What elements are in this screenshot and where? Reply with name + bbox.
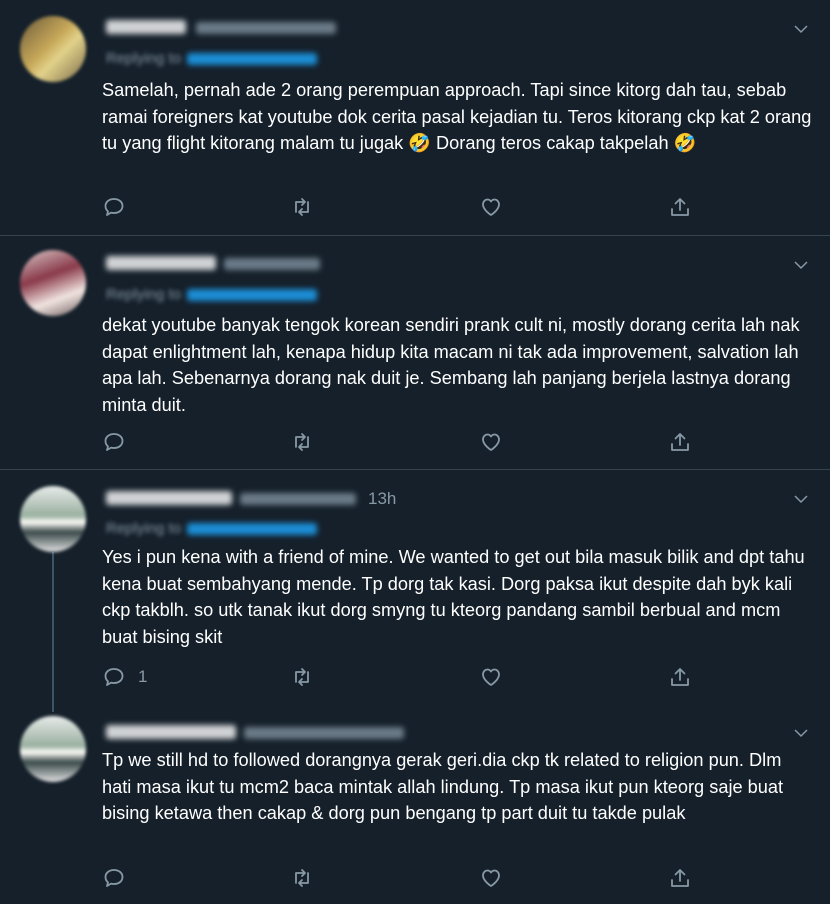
replying-to-label: Replying to <box>106 520 182 537</box>
retweet-button[interactable] <box>290 195 314 219</box>
reply-handle-redacted[interactable] <box>187 523 318 536</box>
replying-to-label: Replying to <box>106 286 182 303</box>
replying-to-label: Replying to <box>106 50 182 67</box>
tweet-text: Yes i pun kena with a friend of mine. We… <box>102 547 810 647</box>
reply-count: 1 <box>138 667 148 686</box>
tweet-text: dekat youtube banyak tengok korean sendi… <box>102 315 805 415</box>
reply-icon <box>104 433 124 451</box>
like-button[interactable] <box>479 195 503 219</box>
replying-to: Replying to <box>106 286 318 304</box>
like-button[interactable] <box>479 665 503 689</box>
author-handle-redacted <box>244 727 404 739</box>
avatar[interactable] <box>20 716 86 782</box>
reply-handle-redacted[interactable] <box>187 289 318 302</box>
reply-icon <box>104 668 124 686</box>
retweet-icon <box>295 433 309 451</box>
tweet-1[interactable]: Replying to Samelah, pernah ade 2 orang … <box>0 0 830 235</box>
tweet-3[interactable]: 13h Replying to Yes i pun kena with a fr… <box>0 470 830 708</box>
replying-to: Replying to <box>106 520 318 538</box>
chevron-down-icon[interactable] <box>792 724 810 742</box>
replying-to: Replying to <box>106 50 318 68</box>
share-button[interactable] <box>668 195 692 219</box>
author-name-redacted[interactable] <box>106 20 186 34</box>
retweet-button[interactable] <box>290 665 314 689</box>
heart-icon <box>482 198 500 216</box>
retweet-icon <box>295 198 309 216</box>
share-icon <box>671 668 689 686</box>
retweet-button[interactable] <box>290 866 314 890</box>
heart-icon <box>482 869 500 887</box>
share-button[interactable] <box>668 430 692 454</box>
tweet-actions <box>102 195 802 221</box>
author-name-redacted[interactable] <box>106 725 236 739</box>
reply-handle-redacted[interactable] <box>187 53 318 66</box>
avatar[interactable] <box>20 16 86 82</box>
author-handle-redacted <box>240 493 356 505</box>
tweet-4[interactable]: Tp we still hd to followed dorangnya ger… <box>0 708 830 904</box>
tweet-text: Tp we still hd to followed dorangnya ger… <box>102 750 789 824</box>
author-name-redacted[interactable] <box>106 256 216 270</box>
share-button[interactable] <box>668 866 692 890</box>
reply-button[interactable] <box>102 195 138 219</box>
author-handle-redacted <box>224 258 320 270</box>
chevron-down-icon[interactable] <box>792 256 810 274</box>
share-button[interactable] <box>668 665 692 689</box>
heart-icon <box>482 668 500 686</box>
share-icon <box>671 198 689 216</box>
tweet-actions <box>102 866 802 892</box>
retweet-icon <box>295 668 309 686</box>
chevron-down-icon[interactable] <box>792 20 810 38</box>
tweet-text: Samelah, pernah ade 2 orang perempuan ap… <box>102 80 817 154</box>
reply-button[interactable]: 1 <box>102 665 147 689</box>
like-button[interactable] <box>479 430 503 454</box>
avatar[interactable] <box>20 250 86 316</box>
reply-icon <box>104 198 124 216</box>
like-button[interactable] <box>479 866 503 890</box>
retweet-icon <box>295 869 309 887</box>
reply-icon <box>104 869 124 887</box>
avatar[interactable] <box>20 486 86 552</box>
reply-button[interactable] <box>102 430 138 454</box>
tweet-2[interactable]: Replying to dekat youtube banyak tengok … <box>0 236 830 469</box>
retweet-button[interactable] <box>290 430 314 454</box>
tweet-actions <box>102 430 802 456</box>
author-name-redacted[interactable] <box>106 491 232 505</box>
tweet-actions: 1 <box>102 665 802 691</box>
share-icon <box>671 433 689 451</box>
heart-icon <box>482 433 500 451</box>
author-handle-redacted <box>196 22 336 34</box>
tweet-time[interactable]: 13h <box>368 489 396 509</box>
share-icon <box>671 869 689 887</box>
reply-button[interactable] <box>102 866 138 890</box>
chevron-down-icon[interactable] <box>792 490 810 508</box>
